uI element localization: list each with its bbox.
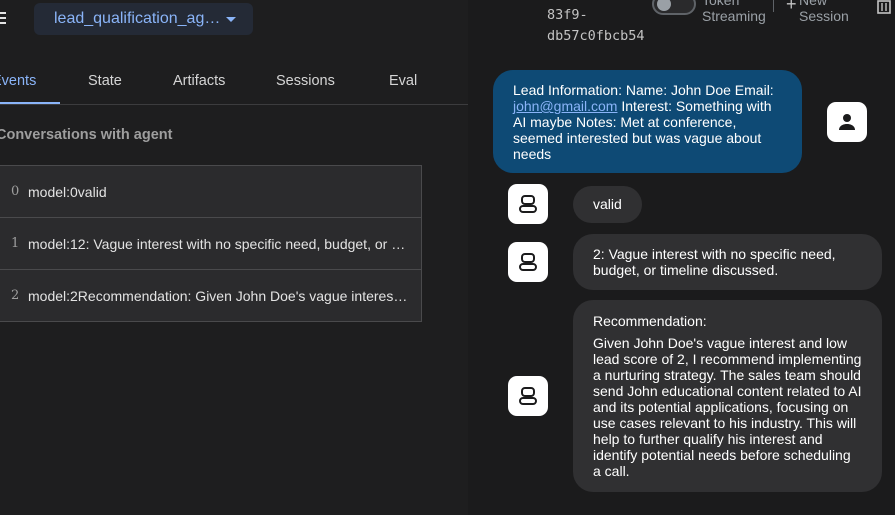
plus-icon: + xyxy=(786,0,797,14)
event-text: model:0valid xyxy=(28,183,107,200)
tab-eval[interactable]: Eval xyxy=(389,62,417,102)
app-selector[interactable]: lead_qualification_ag… xyxy=(34,3,253,35)
tab-bar: Events State Artifacts Sessions Eval xyxy=(0,62,468,105)
robot-icon xyxy=(519,253,537,271)
bot-avatar xyxy=(508,376,548,416)
bot-message-bubble: 2: Vague interest with no specific need,… xyxy=(573,234,882,290)
bot-message-text: Given John Doe's vague interest and low … xyxy=(593,335,862,479)
caret-down-icon xyxy=(226,16,237,22)
bot-message-text: 2: Vague interest with no specific need,… xyxy=(593,246,836,278)
user-avatar xyxy=(827,102,867,142)
event-text: model:2Recommendation: Given John Doe's … xyxy=(28,287,408,304)
event-row[interactable]: 2 model:2Recommendation: Given John Doe'… xyxy=(0,270,422,322)
tab-artifacts[interactable]: Artifacts xyxy=(173,62,225,102)
trash-icon[interactable] xyxy=(875,0,893,14)
robot-icon xyxy=(519,195,537,213)
user-message-text: Lead Information: Name: John Doe Email: xyxy=(513,82,774,98)
robot-icon xyxy=(519,387,537,405)
event-index: 1 xyxy=(11,236,20,251)
bot-message-text: valid xyxy=(593,196,622,212)
bot-message-bubble: Recommendation: Given John Doe's vague i… xyxy=(573,300,882,492)
event-list: 0 model:0valid 1 model:12: Vague interes… xyxy=(0,165,422,322)
bot-message-heading: Recommendation: xyxy=(593,313,707,329)
bot-message-bubble: valid xyxy=(573,186,642,223)
section-title: Conversations with agent xyxy=(0,127,173,143)
event-row[interactable]: 1 model:12: Vague interest with no speci… xyxy=(0,218,422,270)
event-index: 0 xyxy=(11,184,20,199)
bot-avatar xyxy=(508,242,548,282)
event-index: 2 xyxy=(11,288,20,303)
bot-avatar xyxy=(508,184,548,224)
new-session-label: New Session xyxy=(799,0,849,24)
session-id: 83f9- db57c0fbcb54 xyxy=(547,7,645,44)
event-row[interactable]: 0 model:0valid xyxy=(0,165,422,218)
user-message-bubble: Lead Information: Name: John Doe Email: … xyxy=(493,70,802,173)
token-streaming-toggle[interactable] xyxy=(652,0,696,15)
menu-icon[interactable] xyxy=(0,9,6,27)
app-selector-label: lead_qualification_ag… xyxy=(54,10,221,27)
event-text: model:12: Vague interest with no specifi… xyxy=(28,235,408,252)
email-link[interactable]: john@gmail.com xyxy=(513,98,617,114)
side-panel: lead_qualification_ag… Events State Arti… xyxy=(0,0,468,515)
tab-state[interactable]: State xyxy=(88,62,122,102)
tab-events[interactable]: Events xyxy=(0,62,60,104)
divider xyxy=(773,0,774,12)
tab-sessions[interactable]: Sessions xyxy=(276,62,335,102)
toggle-knob xyxy=(657,0,671,11)
person-icon xyxy=(839,114,855,130)
token-streaming-label: Token Streaming xyxy=(702,0,766,24)
